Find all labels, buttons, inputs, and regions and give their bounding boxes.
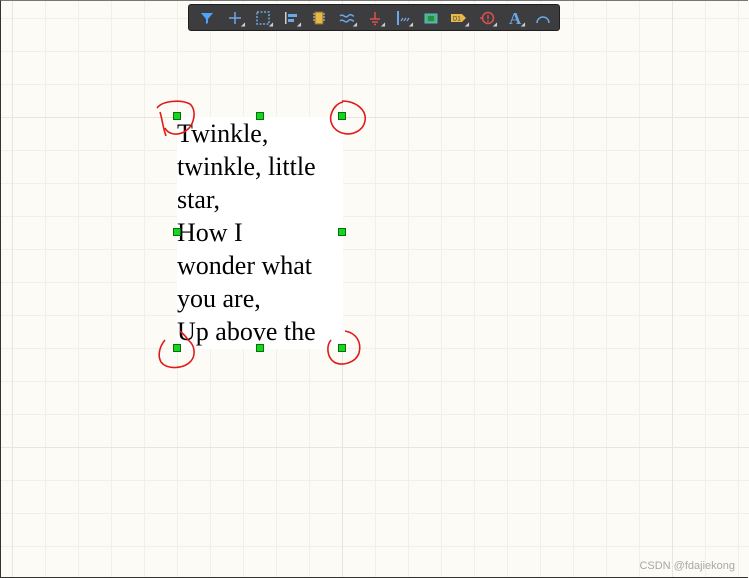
- resize-handle-middle-right[interactable]: [338, 228, 346, 236]
- place-port-button[interactable]: D1: [447, 7, 472, 29]
- wire-icon: [339, 13, 355, 23]
- align-icon: [285, 11, 297, 24]
- filter-button[interactable]: [195, 7, 219, 29]
- watermark: CSDN @fdajiekong: [639, 560, 735, 572]
- resize-handle-top-right[interactable]: [338, 112, 346, 120]
- red-annotation-marks: [156, 100, 366, 369]
- place-sheet-symbol-button[interactable]: [419, 7, 443, 29]
- bus-icon: [397, 10, 410, 25]
- move-button[interactable]: [223, 7, 248, 29]
- arc-icon: [536, 15, 550, 23]
- align-button[interactable]: [279, 7, 304, 29]
- place-text-button[interactable]: A: [503, 7, 528, 29]
- svg-text:A: A: [509, 9, 522, 27]
- resize-handle-top-left[interactable]: [173, 112, 181, 120]
- svg-text:D1: D1: [453, 16, 461, 22]
- select-rectangle-icon: [256, 10, 270, 25]
- filter-icon: [201, 12, 213, 24]
- place-directive-button[interactable]: [475, 7, 500, 29]
- canvas-border: [0, 0, 748, 578]
- port-icon: D1: [451, 13, 466, 22]
- text-frame-content: Twinkle, twinkle, little star, How I won…: [177, 119, 316, 346]
- ground-power-icon: [370, 11, 380, 25]
- place-bus-button[interactable]: [391, 7, 416, 29]
- resize-handle-bottom-center[interactable]: [256, 344, 264, 352]
- sheet-symbol-icon: [424, 13, 438, 23]
- directive-icon: [480, 11, 495, 24]
- resize-handle-middle-left[interactable]: [173, 228, 181, 236]
- resize-handle-bottom-right[interactable]: [338, 344, 346, 352]
- active-toolbar: D1 A: [188, 4, 560, 31]
- place-wire-button[interactable]: [335, 7, 360, 29]
- crosshair-move-icon: [229, 11, 241, 24]
- resize-handle-bottom-left[interactable]: [173, 344, 181, 352]
- select-button[interactable]: [251, 7, 276, 29]
- text-icon: A: [509, 9, 522, 27]
- resize-handle-top-center[interactable]: [256, 112, 264, 120]
- component-icon: [313, 11, 325, 24]
- place-power-button[interactable]: [363, 7, 388, 29]
- place-arc-button[interactable]: [531, 7, 555, 29]
- place-component-button[interactable]: [307, 7, 331, 29]
